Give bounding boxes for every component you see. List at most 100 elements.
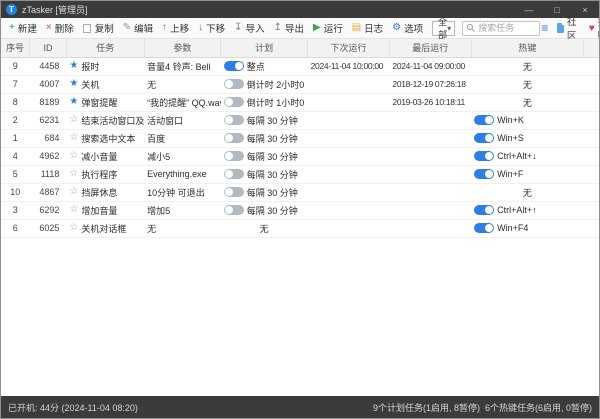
toolbar-button-label: 编辑: [134, 21, 153, 35]
run-play-icon: ▶: [313, 23, 321, 33]
toolbar-button-log[interactable]: ▤日志: [348, 19, 387, 37]
toggle-on[interactable]: [474, 223, 494, 233]
search-input[interactable]: [478, 23, 536, 33]
hotkey-cell-content: Ctrl+Alt+↓: [474, 151, 580, 161]
schedule-cell-content: 每隔 30 分钟: [224, 150, 305, 163]
toggle-off[interactable]: [224, 187, 244, 197]
task-cell-content: ☆增加音量: [69, 204, 141, 217]
column-header[interactable]: 序号: [1, 39, 30, 57]
cell-task: ☆挡屏休息: [66, 183, 144, 201]
cell-last-run: 2024-11-04 09:00:00: [389, 57, 471, 75]
toggle-on[interactable]: [474, 151, 494, 161]
toolbar-button-delete[interactable]: ×删除: [42, 19, 78, 37]
column-header[interactable]: 下次运行: [308, 39, 390, 57]
cell-task: ☆关机对话框: [66, 219, 144, 237]
table-row[interactable]: 74007★关机无倒计时 2小时0..2018-12-19 07:26:18无: [1, 75, 599, 93]
donate-button[interactable]: ♥ 捐赠: [589, 14, 600, 42]
star-outline-icon[interactable]: ☆: [69, 151, 78, 161]
cell-schedule: 每隔 30 分钟: [221, 111, 308, 129]
table-row[interactable]: 88189★弹窗提醒“我的提醒” QQ.wav倒计时 1小时0..2019-03…: [1, 93, 599, 111]
toggle-off[interactable]: [224, 169, 244, 179]
toggle-on[interactable]: [474, 115, 494, 125]
table-row[interactable]: 36292☆增加音量增加5每隔 30 分钟Ctrl+Alt+↑: [1, 201, 599, 219]
toolbar-button-move-up[interactable]: ↑上移: [158, 19, 193, 37]
toolbar: +新建×删除复制✎编辑↑上移↓下移↧导入↥导出▶运行▤日志⚙选项 全部 ▾ ≡ …: [1, 18, 599, 39]
column-header[interactable]: 参数: [144, 39, 221, 57]
status-bar: 已开机: 44分 (2024-11-04 08:20) 9个计划任务(1启用, …: [1, 396, 599, 418]
toggle-off[interactable]: [224, 115, 244, 125]
cell-hotkey: 无: [471, 183, 583, 201]
toolbar-button-export[interactable]: ↥导出: [270, 19, 308, 37]
cell-index: 3: [1, 201, 30, 219]
hotkey-label: Ctrl+Alt+↑: [497, 205, 537, 215]
task-table: 序号ID任务参数计划下次运行最后运行热键 94458★报时音量4 铃声: Bel…: [1, 39, 599, 238]
toggle-off[interactable]: [224, 133, 244, 143]
toggle-on[interactable]: [474, 205, 494, 215]
plus-icon: +: [9, 23, 15, 33]
hotkey-label: Ctrl+Alt+↓: [497, 151, 537, 161]
toggle-on[interactable]: [474, 169, 494, 179]
column-header-filler: [584, 39, 599, 57]
toolbar-button-edit[interactable]: ✎编辑: [119, 19, 157, 37]
table-row[interactable]: 1684☆搜索选中文本百度每隔 30 分钟Win+S: [1, 129, 599, 147]
star-filled-icon[interactable]: ★: [69, 97, 78, 107]
toolbar-button-options[interactable]: ⚙选项: [388, 19, 427, 37]
toolbar-button-copy[interactable]: 复制: [79, 19, 118, 37]
toolbar-button-label: 删除: [55, 21, 74, 35]
toolbar-button-move-down[interactable]: ↓下移: [194, 19, 229, 37]
cell-last-run: 2018-12-19 07:26:18: [389, 75, 471, 93]
star-outline-icon[interactable]: ☆: [69, 133, 78, 143]
table-row[interactable]: 94458★报时音量4 铃声: Bell整点2024-11-04 10:00:0…: [1, 57, 599, 75]
community-button[interactable]: 社区: [557, 14, 580, 42]
minimize-button[interactable]: —: [515, 1, 543, 18]
toolbar-button-label: 运行: [324, 21, 343, 35]
cell-id: 6231: [30, 111, 67, 129]
cell-filler: [584, 129, 599, 147]
toolbar-button-label: 下移: [206, 21, 225, 35]
column-header[interactable]: 热键: [471, 39, 583, 57]
cell-filler: [584, 147, 599, 165]
star-outline-icon[interactable]: ☆: [69, 115, 78, 125]
cell-hotkey: Ctrl+Alt+↑: [471, 201, 583, 219]
toggle-off[interactable]: [224, 97, 244, 107]
toolbar-button-import[interactable]: ↧导入: [230, 19, 268, 37]
list-view-icon[interactable]: ≡: [541, 21, 548, 35]
table-row[interactable]: 104867☆挡屏休息10分钟 可退出每隔 30 分钟无: [1, 183, 599, 201]
cell-id: 8189: [30, 93, 67, 111]
column-header[interactable]: 计划: [221, 39, 308, 57]
column-header[interactable]: ID: [30, 39, 67, 57]
schedule-label: 每隔 30 分钟: [247, 114, 298, 127]
filter-dropdown[interactable]: 全部 ▾: [432, 21, 455, 36]
toolbar-button-label: 新建: [18, 21, 37, 35]
cell-last-run: [389, 183, 471, 201]
star-outline-icon[interactable]: ☆: [69, 223, 78, 233]
toggle-off[interactable]: [224, 151, 244, 161]
star-filled-icon[interactable]: ★: [69, 61, 78, 71]
task-name: 关机对话框: [81, 222, 126, 235]
cell-task: ☆增加音量: [66, 201, 144, 219]
star-outline-icon[interactable]: ☆: [69, 169, 78, 179]
column-header[interactable]: 最后运行: [389, 39, 471, 57]
table-row[interactable]: 66025☆关机对话框无无Win+F4: [1, 219, 599, 237]
toggle-off[interactable]: [224, 205, 244, 215]
cell-param: 增加5: [144, 201, 221, 219]
toggle-on[interactable]: [224, 61, 244, 71]
ztasker-window: T zTasker [管理员] — □ × +新建×删除复制✎编辑↑上移↓下移↧…: [0, 0, 600, 419]
cell-last-run: [389, 165, 471, 183]
toggle-off[interactable]: [224, 79, 244, 89]
star-filled-icon[interactable]: ★: [69, 79, 78, 89]
toggle-on[interactable]: [474, 133, 494, 143]
table-row[interactable]: 51118☆执行程序Everything.exe每隔 30 分钟Win+F: [1, 165, 599, 183]
column-header[interactable]: 任务: [66, 39, 144, 57]
task-name: 挡屏休息: [81, 186, 117, 199]
table-row[interactable]: 44962☆减小音量减小5每隔 30 分钟Ctrl+Alt+↓: [1, 147, 599, 165]
cell-filler: [584, 75, 599, 93]
table-row[interactable]: 26231☆结束活动窗口及...活动窗口每隔 30 分钟Win+K: [1, 111, 599, 129]
toolbar-button-run[interactable]: ▶运行: [309, 19, 347, 37]
star-outline-icon[interactable]: ☆: [69, 187, 78, 197]
cell-schedule: 每隔 30 分钟: [221, 183, 308, 201]
search-box[interactable]: [462, 21, 540, 36]
cell-id: 4458: [30, 57, 67, 75]
star-outline-icon[interactable]: ☆: [69, 205, 78, 215]
toolbar-button-new[interactable]: +新建: [5, 19, 41, 37]
